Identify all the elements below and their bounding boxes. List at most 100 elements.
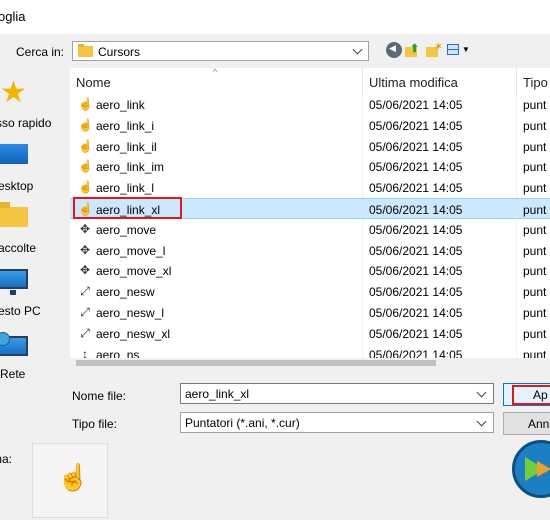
view-menu-icon[interactable]: ▼ (446, 42, 470, 58)
file-row[interactable]: ⤢ aero_nesw 05/06/2021 14:05 punt (70, 281, 550, 302)
file-name: aero_link_l (96, 181, 155, 196)
list-header: ^ Nome Ultima modifica Tipo (70, 68, 550, 94)
file-type: punt (523, 139, 547, 154)
file-type: punt (523, 222, 547, 237)
file-modified: 05/06/2021 14:05 (369, 285, 463, 300)
file-type: punt (523, 306, 547, 320)
resize-cursor-icon: ⤢ (80, 305, 90, 319)
hand-cursor-icon: ☝ (78, 138, 93, 153)
file-row[interactable]: ✥ aero_move_xl 05/06/2021 14:05 punt (70, 260, 550, 281)
file-type: punt (523, 118, 547, 133)
lookin-dropdown[interactable]: Cursors (72, 41, 369, 61)
chevron-down-icon[interactable] (476, 416, 487, 427)
file-modified: 05/06/2021 14:05 (369, 306, 463, 320)
app-logo (512, 440, 550, 498)
places-sidebar: ★ sso rapido esktop accolte esto PC Rete (0, 66, 62, 391)
column-header-modified[interactable]: Ultima modifica (369, 75, 458, 90)
lookin-value: Cursors (98, 45, 141, 59)
file-name: aero_nesw (96, 285, 155, 300)
column-header-type[interactable]: Tipo (523, 75, 548, 90)
file-name: aero_nesw_xl (96, 326, 171, 341)
file-name: aero_link (96, 98, 145, 112)
cursor-preview: ☝ (32, 443, 108, 518)
hand-cursor-icon: ☝ (57, 462, 90, 492)
filetype-dropdown[interactable]: Puntatori (*.ani, *.cur) (180, 412, 494, 433)
column-header-name[interactable]: Nome (76, 75, 111, 90)
file-type: punt (523, 243, 547, 258)
network-icon (0, 332, 28, 356)
file-name: aero_move_xl (96, 264, 172, 279)
file-row[interactable]: ☝ aero_link_i 05/06/2021 14:05 punt (70, 115, 550, 136)
file-modified: 05/06/2021 14:05 (369, 326, 463, 341)
move-cursor-icon: ✥ (79, 221, 91, 236)
file-row[interactable]: ✥ aero_move 05/06/2021 14:05 punt (70, 219, 550, 240)
move-cursor-icon: ✥ (79, 263, 91, 278)
cancel-button-label: Annu (528, 417, 550, 431)
file-row[interactable]: ☝ aero_link 05/06/2021 14:05 punt (70, 94, 550, 115)
chevron-down-icon[interactable] (476, 387, 487, 398)
resize-cursor-icon: ⤢ (80, 325, 90, 340)
file-type: punt (523, 203, 547, 217)
place-label: accolte (0, 241, 37, 255)
cancel-button[interactable]: Annu (503, 412, 550, 435)
place-network[interactable]: Rete (0, 324, 62, 384)
new-folder-icon[interactable]: ✶ (425, 41, 443, 58)
file-modified: 05/06/2021 14:05 (369, 98, 463, 112)
place-label: esto PC (0, 304, 41, 318)
filename-input[interactable]: aero_link_xl (180, 383, 494, 404)
highlight-open-button (512, 385, 550, 405)
file-type: punt (523, 98, 547, 112)
place-label: Rete (0, 367, 26, 381)
pc-icon (0, 269, 28, 295)
file-modified: 05/06/2021 14:05 (369, 118, 463, 133)
lookin-label: Cerca in: (16, 45, 65, 59)
place-quick-access[interactable]: ★ sso rapido (0, 66, 62, 131)
file-row[interactable]: ☝ aero_link_il 05/06/2021 14:05 punt (70, 136, 550, 157)
back-icon[interactable] (386, 42, 402, 58)
chevron-down-icon[interactable] (352, 44, 363, 55)
place-label: esktop (0, 179, 34, 193)
file-row[interactable]: ✥ aero_move_l 05/06/2021 14:05 punt (70, 240, 550, 261)
file-row[interactable]: ☝ aero_link_im 05/06/2021 14:05 punt (70, 156, 550, 177)
file-row[interactable]: ☝ aero_link_l 05/06/2021 14:05 punt (70, 177, 550, 198)
filetype-value: Puntatori (*.ani, *.cur) (185, 416, 300, 430)
title-bar (0, 0, 550, 34)
preview-label: ma: (0, 452, 13, 466)
file-name: aero_move (96, 222, 157, 237)
hand-cursor-icon: ☝ (78, 97, 93, 111)
file-modified: 05/06/2021 14:05 (369, 139, 463, 154)
file-type: punt (523, 181, 547, 196)
place-label: sso rapido (0, 116, 52, 130)
file-name: aero_nesw_l (96, 306, 165, 320)
place-this-pc[interactable]: esto PC (0, 259, 62, 319)
file-type: punt (523, 285, 547, 300)
filetype-label: Tipo file: (72, 417, 117, 431)
filename-label: Nome file: (72, 389, 127, 403)
file-row[interactable]: ⤢ aero_nesw_l 05/06/2021 14:05 punt (70, 302, 550, 323)
file-name: aero_link_il (96, 139, 157, 154)
file-modified: 05/06/2021 14:05 (369, 222, 463, 237)
move-cursor-icon: ✥ (79, 242, 91, 257)
folder-icon (78, 44, 93, 57)
hand-cursor-icon: ☝ (78, 117, 93, 132)
file-modified: 05/06/2021 14:05 (369, 181, 463, 196)
file-modified: 05/06/2021 14:05 (369, 264, 463, 279)
sort-ascending-icon: ^ (213, 68, 218, 77)
file-type: punt (523, 264, 547, 279)
horizontal-scrollbar[interactable] (70, 358, 550, 368)
hand-cursor-icon: ☝ (78, 159, 93, 174)
star-icon: ★ (0, 76, 27, 109)
desktop-icon (0, 144, 28, 164)
up-folder-icon[interactable]: ⬆ (404, 42, 420, 58)
file-name: aero_move_l (96, 243, 166, 258)
hand-cursor-icon: ☝ (78, 180, 93, 195)
place-desktop[interactable]: esktop (0, 130, 62, 193)
place-libraries[interactable]: accolte (0, 193, 62, 255)
filename-value: aero_link_xl (185, 387, 250, 401)
highlight-selected-file (73, 197, 182, 219)
file-modified: 05/06/2021 14:05 (369, 203, 463, 217)
scrollbar-thumb[interactable] (76, 360, 436, 366)
file-name: aero_link_i (96, 118, 155, 133)
file-row[interactable]: ⤢ aero_nesw_xl 05/06/2021 14:05 punt (70, 323, 550, 344)
file-name: aero_link_im (96, 160, 165, 175)
